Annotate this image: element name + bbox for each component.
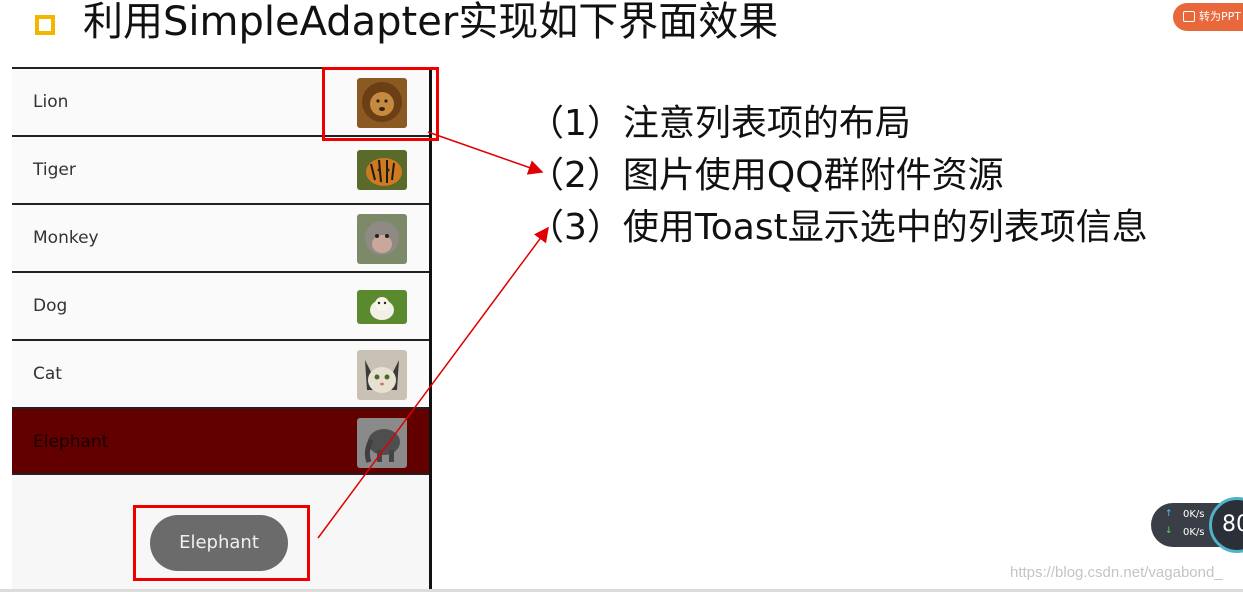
performance-gauge: 80 <box>1209 497 1243 553</box>
requirements-list: （1）注意列表项的布局 （2）图片使用QQ群附件资源 （3）使用Toast显示选… <box>528 98 1148 254</box>
note-1: （1）注意列表项的布局 <box>528 103 911 144</box>
note-2: （2）图片使用QQ群附件资源 <box>528 155 1004 196</box>
upload-speed: 0K/s <box>1183 509 1205 520</box>
download-speed: 0K/s <box>1183 527 1205 538</box>
arrow-to-note-2 <box>427 131 544 175</box>
download-arrow-icon: ↓ <box>1165 526 1173 536</box>
note-3: （3）使用Toast显示选中的列表项信息 <box>528 207 1148 248</box>
arrow-to-note-3 <box>317 226 549 539</box>
annotation-arrows <box>317 131 549 539</box>
network-speed-widget[interactable]: ↑ 0K/s ↓ 0K/s 80 <box>1151 497 1243 553</box>
upload-arrow-icon: ↑ <box>1165 509 1173 519</box>
watermark-url: https://blog.csdn.net/vagabond_ <box>1010 564 1223 581</box>
